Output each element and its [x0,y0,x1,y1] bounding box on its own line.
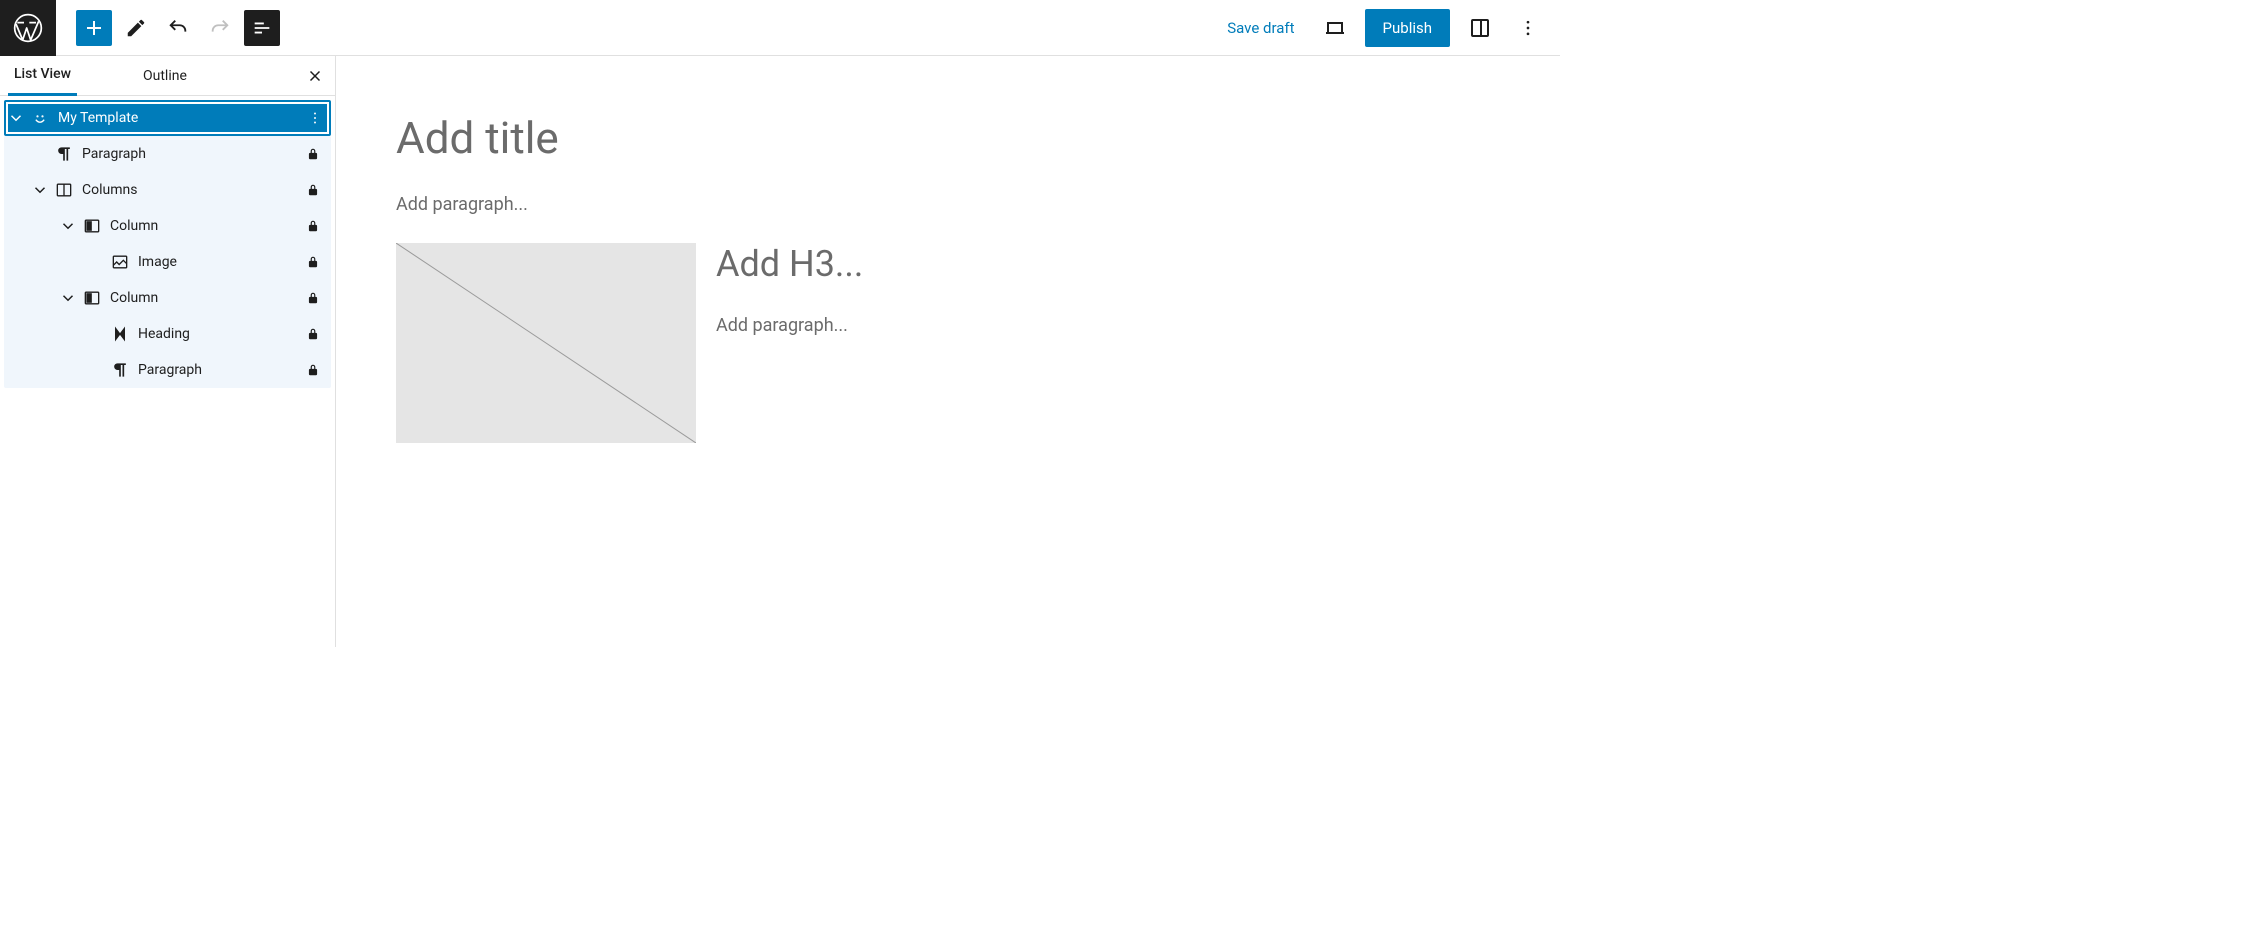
lock-icon [301,255,325,269]
smiley-icon [28,106,52,130]
column-icon [80,286,104,310]
chevron-down-icon[interactable] [4,109,28,127]
columns-block[interactable]: Add H3... Add paragraph... [396,243,1500,443]
tree-row-heading[interactable]: Heading [4,316,331,352]
add-block-button[interactable] [76,10,112,46]
toolbar-right-group: Save draft Publish [1217,9,1560,47]
tree-row-paragraph[interactable]: Paragraph [4,352,331,388]
tree-label: Column [110,290,301,306]
paragraph-icon [108,358,132,382]
columns-icon [52,178,76,202]
chevron-down-icon[interactable] [28,181,52,199]
paragraph-icon [52,142,76,166]
image-block-placeholder[interactable] [396,243,696,443]
close-panel-button[interactable] [303,64,327,88]
main-area: List View Outline My T [0,56,1560,647]
tree-row-paragraph[interactable]: Paragraph [4,136,331,172]
tree-label: Paragraph [138,362,301,378]
view-preview-button[interactable] [1317,10,1353,46]
tree-label: Heading [138,326,301,342]
tree-children: Paragraph Columns [4,136,331,388]
row-options-button[interactable] [303,109,327,127]
document-overview-button[interactable] [244,10,280,46]
tree-row-column[interactable]: Column [4,280,331,316]
post-title-input[interactable]: Add title [396,112,1500,164]
chevron-down-icon[interactable] [56,289,80,307]
settings-sidebar-toggle[interactable] [1462,10,1498,46]
column-block[interactable]: Add H3... Add paragraph... [716,243,1500,336]
panel-tabs: List View Outline [0,56,335,96]
tree-label: Columns [82,182,301,198]
block-tree: My Template Paragraph [0,96,335,392]
heading-icon [108,322,132,346]
wordpress-logo[interactable] [0,0,56,56]
redo-button[interactable] [202,10,238,46]
document-overview-panel: List View Outline My T [0,56,336,647]
paragraph-block[interactable]: Add paragraph... [396,194,1500,215]
more-options-button[interactable] [1510,10,1546,46]
tree-label: Image [138,254,301,270]
tab-list-view[interactable]: List View [8,56,77,96]
tree-label: Column [110,218,301,234]
paragraph-block[interactable]: Add paragraph... [716,315,1500,336]
lock-icon [301,219,325,233]
tree-row-columns[interactable]: Columns [4,172,331,208]
tree-label: Paragraph [82,146,301,162]
chevron-down-icon[interactable] [56,217,80,235]
undo-button[interactable] [160,10,196,46]
publish-button[interactable]: Publish [1365,9,1450,47]
save-draft-button[interactable]: Save draft [1217,13,1304,43]
lock-icon [301,147,325,161]
tree-label: My Template [58,110,303,126]
image-icon [108,250,132,274]
edit-tools-button[interactable] [118,10,154,46]
tree-row-column[interactable]: Column [4,208,331,244]
lock-icon [301,363,325,377]
lock-icon [301,183,325,197]
lock-icon [301,327,325,341]
column-icon [80,214,104,238]
editor-canvas[interactable]: Add title Add paragraph... Add H3... Add… [336,56,1560,647]
lock-icon [301,291,325,305]
top-toolbar: Save draft Publish [0,0,1560,56]
tree-row-my-template[interactable]: My Template [4,100,331,136]
tree-row-image[interactable]: Image [4,244,331,280]
toolbar-left-group [56,10,282,46]
tab-outline[interactable]: Outline [137,56,193,96]
heading-block[interactable]: Add H3... [716,243,1500,285]
